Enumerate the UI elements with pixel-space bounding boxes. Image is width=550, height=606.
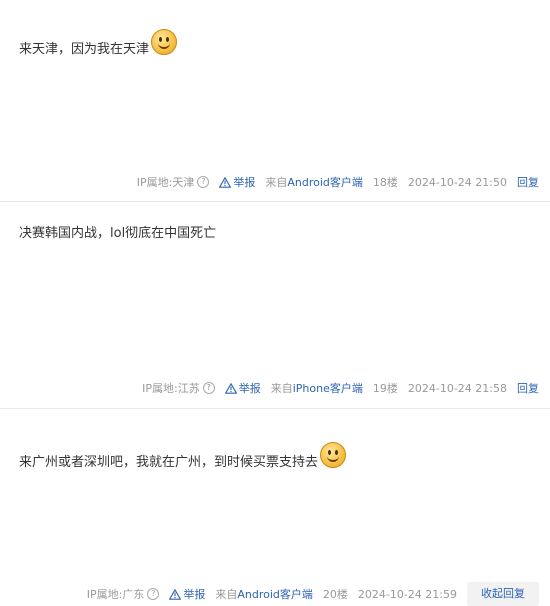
ip-location: IP属地:天津?	[137, 174, 210, 190]
warning-triangle-icon	[219, 176, 232, 188]
client-link[interactable]: Android客户端	[237, 588, 313, 601]
post-content: 来广州或者深圳吧，我就在广州，到时候买票支持去	[19, 442, 347, 473]
report-link[interactable]: 举报	[224, 380, 261, 396]
report-label: 举报	[183, 588, 206, 601]
post-meta: IP属地:江苏? 举报 来自iPhone客户端 19楼 2024-10-24 2…	[142, 379, 539, 397]
post-19: 决赛韩国内战，lol彻底在中国死亡 IP属地:江苏? 举报 来自iPhone客户…	[0, 202, 550, 408]
post-time: 2024-10-24 21:50	[407, 175, 507, 189]
post-text: 决赛韩国内战，lol彻底在中国死亡	[19, 226, 217, 241]
smiley-emoji-icon	[320, 442, 347, 468]
client-source: 来自iPhone客户端	[271, 380, 363, 396]
post-content: 决赛韩国内战，lol彻底在中国死亡	[19, 224, 216, 244]
client-link[interactable]: Android客户端	[287, 176, 363, 189]
client-prefix: 来自	[270, 382, 293, 395]
ip-location-label: IP属地:天津	[136, 176, 195, 189]
warning-triangle-icon	[224, 382, 237, 394]
ip-location: IP属地:江苏?	[142, 380, 215, 396]
question-circle-icon[interactable]: ?	[202, 382, 215, 394]
post-time: 2024-10-24 21:58	[407, 381, 507, 395]
collapse-replies-button[interactable]: 收起回复	[467, 582, 539, 606]
question-circle-icon[interactable]: ?	[197, 176, 210, 188]
post-20: 来广州或者深圳吧，我就在广州，到时候买票支持去 IP属地:广东? 举报 来自An…	[0, 409, 550, 606]
client-link[interactable]: iPhone客户端	[293, 382, 363, 395]
floor-number: 18楼	[372, 176, 398, 189]
post-meta: IP属地:天津? 举报 来自Android客户端 18楼 2024-10-24 …	[137, 173, 539, 191]
post-time: 2024-10-24 21:59	[357, 587, 457, 601]
client-source: 来自Android客户端	[265, 174, 363, 190]
report-link[interactable]: 举报	[169, 586, 205, 602]
client-prefix: 来自	[265, 176, 288, 189]
post-meta: IP属地:广东? 举报 来自Android客户端 20楼 2024-10-24 …	[87, 582, 539, 606]
post-text: 来广州或者深圳吧，我就在广州，到时候买票支持去	[19, 455, 319, 470]
post-18: 来天津，因为我在天津 IP属地:天津? 举报 来自Android客户端 18楼 …	[0, 0, 550, 201]
ip-location-label: IP属地:广东	[86, 588, 145, 601]
smiley-emoji-icon	[151, 29, 178, 55]
post-text: 来天津，因为我在天津	[19, 42, 150, 57]
ip-location: IP属地:广东?	[87, 586, 160, 602]
warning-triangle-icon	[169, 588, 182, 600]
report-link[interactable]: 举报	[219, 174, 255, 190]
floor-number: 19楼	[372, 382, 398, 395]
reply-link[interactable]: 回复	[517, 380, 539, 396]
ip-location-label: IP属地:江苏	[142, 382, 200, 395]
report-label: 举报	[238, 382, 261, 395]
client-prefix: 来自	[215, 588, 238, 601]
reply-link[interactable]: 回复	[517, 174, 539, 190]
client-source: 来自Android客户端	[215, 586, 313, 602]
floor-number: 20楼	[322, 588, 348, 601]
question-circle-icon[interactable]: ?	[147, 588, 160, 600]
report-label: 举报	[233, 176, 256, 189]
post-content: 来天津，因为我在天津	[19, 29, 178, 60]
